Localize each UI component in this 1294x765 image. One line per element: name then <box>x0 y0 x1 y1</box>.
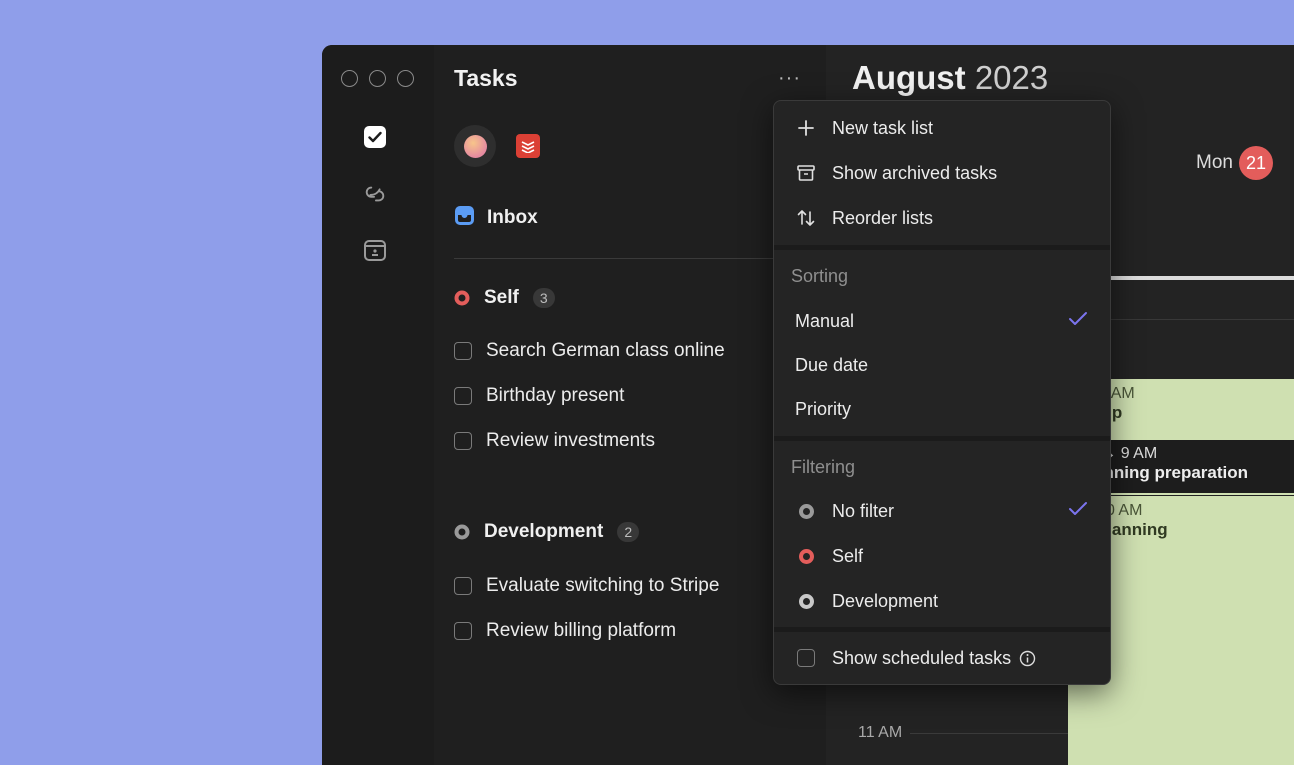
link-icon[interactable] <box>363 182 387 206</box>
inbox-label: Inbox <box>487 207 538 228</box>
task-label: Search German class online <box>486 340 725 361</box>
task-checkbox[interactable] <box>454 577 472 595</box>
checkmark-icon <box>1068 311 1088 332</box>
avatar[interactable] <box>454 125 496 167</box>
current-time-line <box>1106 276 1294 280</box>
self-dot-icon <box>454 290 470 306</box>
reorder-icon <box>794 206 818 230</box>
tasks-panel: Tasks ··· Inbox Self 3 Search German cla… <box>434 45 826 765</box>
sidebar-rail <box>322 45 434 765</box>
divider <box>454 258 826 259</box>
menu-item-label: Priority <box>795 398 852 419</box>
hour-label: 11 AM <box>858 724 903 741</box>
group-count: 3 <box>532 288 555 308</box>
show-archived-tasks-button[interactable]: Show archived tasks <box>774 160 1110 186</box>
task-checkbox[interactable] <box>454 622 472 640</box>
day-header[interactable]: Mon 21 <box>1196 146 1273 180</box>
close-window-button[interactable] <box>341 70 358 87</box>
grid-line <box>910 733 1068 734</box>
task-row[interactable]: Search German class online <box>454 340 725 362</box>
task-checkbox[interactable] <box>454 432 472 450</box>
menu-item-label: Reorder lists <box>832 207 934 228</box>
menu-item-label: Due date <box>795 354 869 375</box>
archive-icon <box>794 161 818 185</box>
reorder-lists-button[interactable]: Reorder lists <box>774 205 1110 231</box>
task-label: Evaluate switching to Stripe <box>486 575 720 596</box>
sort-option-manual[interactable]: Manual <box>774 308 1110 334</box>
new-task-list-button[interactable]: New task list <box>774 115 1110 141</box>
menu-separator <box>774 436 1110 441</box>
month-title: August 2023 <box>852 59 1048 97</box>
more-options-button[interactable]: ··· <box>778 67 801 90</box>
task-row[interactable]: Birthday present <box>454 385 624 407</box>
task-checkbox[interactable] <box>454 342 472 360</box>
menu-item-label: Development <box>832 590 939 611</box>
menu-item-label: Self <box>832 545 864 566</box>
sorting-section-title: Sorting <box>791 266 849 286</box>
calendar-icon[interactable] <box>363 238 387 262</box>
menu-item-label: Show archived tasks <box>832 162 998 183</box>
menu-separator <box>774 627 1110 632</box>
menu-item-label: Show scheduled tasks <box>832 647 1012 668</box>
menu-item-label: Manual <box>795 310 855 331</box>
sort-option-due-date[interactable]: Due date <box>774 352 1110 378</box>
task-label: Birthday present <box>486 385 625 406</box>
task-row[interactable]: Review investments <box>454 430 655 452</box>
development-dot-icon <box>454 524 470 540</box>
panel-title: Tasks <box>454 65 518 91</box>
inbox-icon <box>454 205 475 231</box>
task-group-development[interactable]: Development 2 <box>454 521 640 543</box>
group-label: Self <box>484 287 519 308</box>
sort-option-priority[interactable]: Priority <box>774 396 1110 422</box>
todoist-icon[interactable] <box>516 134 540 158</box>
day-name: Mon <box>1196 152 1233 173</box>
tasks-icon[interactable] <box>363 125 387 149</box>
task-label: Review billing platform <box>486 620 677 641</box>
menu-item-label: New task list <box>832 117 934 138</box>
filter-dot-icon <box>794 544 818 568</box>
task-checkbox[interactable] <box>454 387 472 405</box>
avatar-image <box>463 134 487 158</box>
menu-item-label: No filter <box>832 500 895 521</box>
month-name: August <box>852 59 966 96</box>
checkbox[interactable] <box>794 646 818 670</box>
task-group-self[interactable]: Self 3 <box>454 287 555 309</box>
group-label: Development <box>484 521 604 542</box>
year: 2023 <box>974 59 1049 96</box>
filter-option-development[interactable]: Development <box>774 588 1110 614</box>
info-icon[interactable] <box>1019 650 1036 667</box>
checkmark-icon <box>1068 501 1088 522</box>
options-menu: New task list Show archived tasks Reorde… <box>773 100 1111 685</box>
menu-separator <box>774 245 1110 250</box>
plus-icon <box>794 116 818 140</box>
filter-dot-icon <box>794 499 818 523</box>
show-scheduled-tasks-toggle[interactable]: Show scheduled tasks <box>774 645 1110 671</box>
filter-option-no-filter[interactable]: No filter <box>774 498 1110 524</box>
minimize-window-button[interactable] <box>369 70 386 87</box>
zoom-window-button[interactable] <box>397 70 414 87</box>
sidebar-item-inbox[interactable]: Inbox <box>454 205 538 231</box>
day-number-badge: 21 <box>1238 146 1273 180</box>
task-row[interactable]: Review billing platform <box>454 620 676 642</box>
task-label: Review investments <box>486 430 655 451</box>
filter-dot-icon <box>794 589 818 613</box>
group-count: 2 <box>617 522 640 542</box>
filtering-section-title: Filtering <box>791 457 856 477</box>
filter-option-self[interactable]: Self <box>774 543 1110 569</box>
task-row[interactable]: Evaluate switching to Stripe <box>454 575 719 597</box>
grid-line <box>1110 319 1294 320</box>
